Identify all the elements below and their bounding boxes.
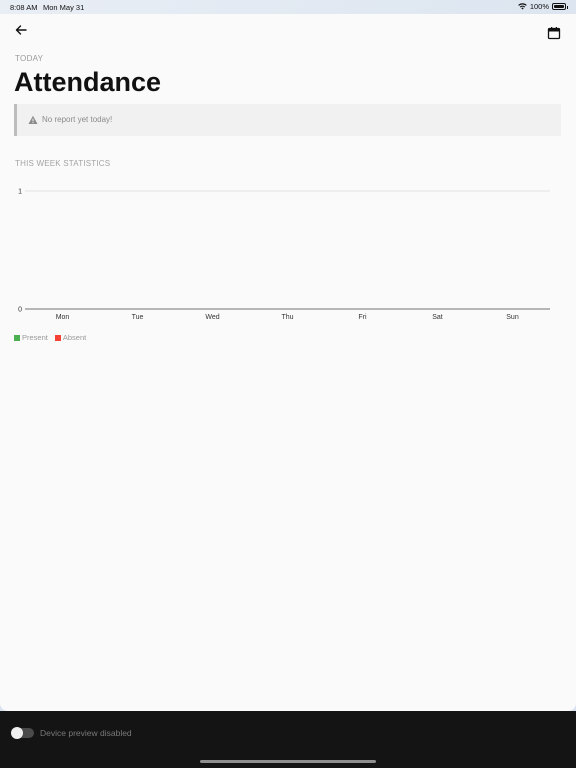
x-tick-label: Fri bbox=[358, 314, 367, 321]
warning-icon bbox=[28, 115, 38, 124]
x-tick-label: Wed bbox=[205, 314, 219, 321]
x-tick-label: Sat bbox=[432, 314, 443, 321]
x-tick-label: Thu bbox=[281, 314, 293, 321]
y-tick-label: 1 bbox=[18, 189, 22, 196]
legend-swatch bbox=[14, 334, 20, 341]
legend-label: Present bbox=[22, 333, 48, 342]
app-screen: TODAY Attendance No report yet today! TH… bbox=[0, 14, 576, 711]
calendar-icon[interactable] bbox=[547, 26, 561, 40]
y-tick-label: 0 bbox=[18, 307, 22, 314]
device-preview-label: Device preview disabled bbox=[40, 728, 132, 738]
today-label: TODAY bbox=[15, 54, 44, 63]
x-tick-label: Tue bbox=[132, 314, 144, 321]
status-indicators: 100% bbox=[518, 2, 568, 11]
weekly-attendance-chart: 0 1 Mon Tue Wed Thu Fri Sat Sun bbox=[18, 189, 550, 321]
section-label: THIS WEEK STATISTICS bbox=[15, 159, 111, 168]
x-tick-label: Mon bbox=[56, 314, 70, 321]
wifi-icon bbox=[518, 3, 527, 10]
status-bar: 8:08 AM Mon May 31 100% bbox=[0, 0, 576, 14]
status-date: Mon May 31 bbox=[43, 3, 85, 12]
legend-label: Absent bbox=[62, 333, 87, 342]
legend-swatch bbox=[54, 334, 61, 341]
device-preview-toggle[interactable] bbox=[11, 727, 34, 739]
battery-icon bbox=[552, 3, 568, 10]
page-title: Attendance bbox=[14, 67, 162, 97]
battery-percent: 100% bbox=[529, 2, 549, 11]
home-indicator bbox=[200, 760, 376, 763]
alert-text: No report yet today! bbox=[42, 115, 113, 124]
no-report-alert: No report yet today! bbox=[14, 104, 561, 136]
chart-legend: Present Absent bbox=[14, 333, 86, 342]
status-time: 8:08 AM bbox=[10, 3, 38, 12]
device-preview-bar: Device preview disabled bbox=[0, 711, 576, 768]
arrow-left-icon[interactable] bbox=[14, 23, 28, 37]
toggle-knob bbox=[11, 727, 23, 739]
legend-item-absent: Absent bbox=[54, 333, 87, 342]
x-tick-label: Sun bbox=[506, 314, 519, 321]
legend-item-present: Present bbox=[14, 333, 48, 342]
